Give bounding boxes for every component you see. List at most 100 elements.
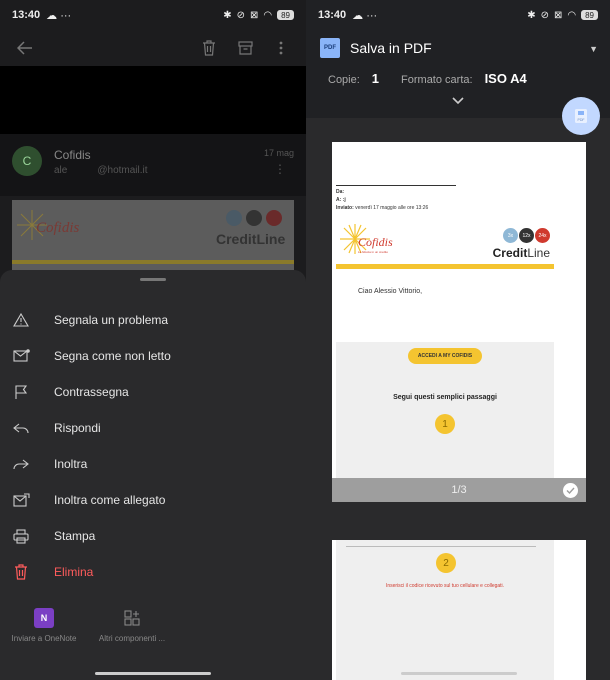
mail-header: C Cofidis ale @hotmail.it 17 mag ⋮ bbox=[0, 134, 306, 196]
copies-label: Copie: bbox=[328, 74, 360, 86]
installment-badges: 3x 12x 24x bbox=[503, 228, 550, 243]
cofidis-logo-tagline: La fiducia in un credito bbox=[358, 250, 389, 254]
step-1-badge: 1 bbox=[435, 414, 455, 434]
menu-item-label: Inoltra bbox=[54, 457, 88, 471]
copies-value[interactable]: 1 bbox=[372, 71, 379, 86]
preview-page-2[interactable]: 2 Inserisci il codice ricevuto sul tuo c… bbox=[332, 540, 586, 680]
menu-item-label: Segna come non letto bbox=[54, 349, 171, 363]
mail-date: 17 mag bbox=[263, 148, 294, 158]
signal-icon: ⊠ bbox=[553, 9, 563, 21]
battery-icon: 89 bbox=[277, 10, 294, 20]
printer-select[interactable]: Salva in PDF bbox=[350, 40, 432, 56]
cloud-icon: ☁ ··· bbox=[352, 9, 378, 22]
action-menu: Segnala un problema Segna come non letto… bbox=[0, 302, 306, 590]
cofidis-logo-text: Cofidis bbox=[358, 235, 393, 249]
menu-item-reply[interactable]: Rispondi bbox=[0, 410, 306, 446]
mail-panel: 13:40 ☁ ··· ✱ ⊘ ⊠ ◠ 89 C Cofidis ale @hot… bbox=[0, 0, 306, 680]
badge-24x: 24x bbox=[535, 228, 550, 243]
meta-to-label: A: :j bbox=[336, 197, 346, 203]
onenote-icon: N bbox=[34, 608, 54, 628]
mail-unread-icon bbox=[12, 347, 30, 365]
status-time: 13:40 bbox=[318, 9, 347, 21]
mail-more-icon[interactable]: ⋮ bbox=[274, 162, 286, 176]
page-footer: 1/3 bbox=[332, 478, 586, 502]
chevron-down-icon[interactable] bbox=[452, 94, 464, 108]
status-bar: 13:40 ☁ ··· ✱ ⊘ ⊠ ◠ 89 bbox=[306, 0, 610, 30]
dropdown-arrow-icon[interactable]: ▼ bbox=[589, 44, 598, 54]
download-pdf-button[interactable]: PDF bbox=[562, 97, 600, 135]
menu-item-print[interactable]: Stampa bbox=[0, 518, 306, 554]
menu-item-forward-attachment[interactable]: Inoltra come allegato bbox=[0, 482, 306, 518]
action-bottom-sheet: Segnala un problema Segna come non letto… bbox=[0, 270, 306, 680]
page-selected-check-icon[interactable] bbox=[563, 483, 578, 498]
pdf-download-icon: PDF bbox=[575, 109, 587, 123]
menu-item-label: Stampa bbox=[54, 529, 96, 543]
step-2-badge: 2 bbox=[436, 553, 456, 573]
svg-text:CreditLine: CreditLine bbox=[216, 231, 285, 247]
menu-item-flag[interactable]: Contrassegna bbox=[0, 374, 306, 410]
menu-item-mark-unread[interactable]: Segna come non letto bbox=[0, 338, 306, 374]
app-onenote[interactable]: N Inviare a OneNote bbox=[0, 608, 88, 644]
add-apps-icon bbox=[122, 608, 142, 628]
steps-title: Segui questi semplici passaggi bbox=[393, 394, 497, 401]
meta-sent-value: venerdì 17 maggio alle ore 13:26 bbox=[355, 205, 429, 211]
forward-attachment-icon bbox=[12, 491, 30, 509]
cloud-icon: ☁ ··· bbox=[46, 9, 72, 22]
wifi-icon: ◠ bbox=[567, 9, 577, 21]
signal-icon: ⊠ bbox=[249, 9, 259, 21]
archive-icon[interactable] bbox=[232, 35, 258, 61]
avatar[interactable]: C bbox=[12, 146, 42, 176]
status-time: 13:40 bbox=[12, 9, 41, 21]
back-arrow-icon[interactable] bbox=[12, 35, 38, 61]
reply-icon bbox=[12, 419, 30, 437]
sender-domain: @hotmail.it bbox=[97, 165, 148, 176]
flag-icon bbox=[12, 383, 30, 401]
badge-3x: 3x bbox=[503, 228, 518, 243]
step-2-text: Inserisci il codice ricevuto sul tuo cel… bbox=[385, 583, 505, 589]
dnd-icon: ⊘ bbox=[540, 9, 549, 21]
pdf-icon: PDF bbox=[320, 38, 340, 58]
paper-size-value[interactable]: ISO A4 bbox=[485, 71, 527, 86]
menu-item-delete[interactable]: Elimina bbox=[0, 554, 306, 590]
print-preview-panel: 13:40 ☁ ··· ✱ ⊘ ⊠ ◠ 89 PDF Salva in PDF … bbox=[306, 0, 610, 680]
warning-icon bbox=[12, 311, 30, 329]
app-label: Altri componenti ... bbox=[98, 634, 166, 643]
mail-subject-area bbox=[0, 66, 306, 134]
svg-text:PDF: PDF bbox=[578, 118, 585, 122]
menu-item-report-problem[interactable]: Segnala un problema bbox=[0, 302, 306, 338]
sender-user: ale bbox=[54, 165, 68, 176]
bluetooth-icon: ✱ bbox=[527, 9, 536, 21]
svg-text:Cofidis: Cofidis bbox=[36, 220, 80, 236]
gesture-nav-bar[interactable] bbox=[401, 672, 517, 675]
print-preview-area[interactable]: Da: A: :j Inviato: venerdì 17 maggio all… bbox=[306, 118, 610, 680]
app-more-components[interactable]: Altri componenti ... bbox=[88, 608, 176, 644]
sender-name: Cofidis bbox=[54, 148, 91, 162]
delete-icon[interactable] bbox=[196, 35, 222, 61]
page-counter: 1/3 bbox=[451, 484, 467, 496]
forward-icon bbox=[12, 455, 30, 473]
app-label: Inviare a OneNote bbox=[11, 634, 77, 643]
email-banner-dimmed: Cofidis CreditLine bbox=[12, 200, 294, 272]
cta-button-preview: ACCEDI A MY COFIDIS bbox=[408, 348, 482, 364]
menu-item-label: Inoltra come allegato bbox=[54, 493, 166, 507]
sheet-drag-handle[interactable] bbox=[140, 278, 166, 281]
badge-12x: 12x bbox=[519, 228, 534, 243]
bluetooth-icon: ✱ bbox=[223, 9, 232, 21]
menu-item-label: Rispondi bbox=[54, 421, 101, 435]
gesture-nav-bar[interactable] bbox=[95, 672, 211, 675]
paper-size-label: Formato carta: bbox=[401, 74, 473, 86]
delete-icon bbox=[12, 563, 30, 581]
wifi-icon: ◠ bbox=[263, 9, 273, 21]
battery-icon: 89 bbox=[581, 10, 598, 20]
dnd-icon: ⊘ bbox=[236, 9, 245, 21]
print-options-summary: Copie: 1 Formato carta: ISO A4 bbox=[328, 71, 610, 86]
print-icon bbox=[12, 527, 30, 545]
email-greeting: Ciao Alessio Vittorio, bbox=[358, 288, 423, 295]
menu-item-label: Elimina bbox=[54, 565, 94, 579]
preview-page-1[interactable]: Da: A: :j Inviato: venerdì 17 maggio all… bbox=[332, 142, 586, 502]
sender-email: ale @hotmail.it bbox=[54, 165, 148, 176]
mail-toolbar bbox=[0, 30, 306, 66]
menu-item-forward[interactable]: Inoltra bbox=[0, 446, 306, 482]
more-options-icon[interactable] bbox=[268, 35, 294, 61]
app-integrations: N Inviare a OneNote Altri componenti ... bbox=[0, 608, 306, 644]
